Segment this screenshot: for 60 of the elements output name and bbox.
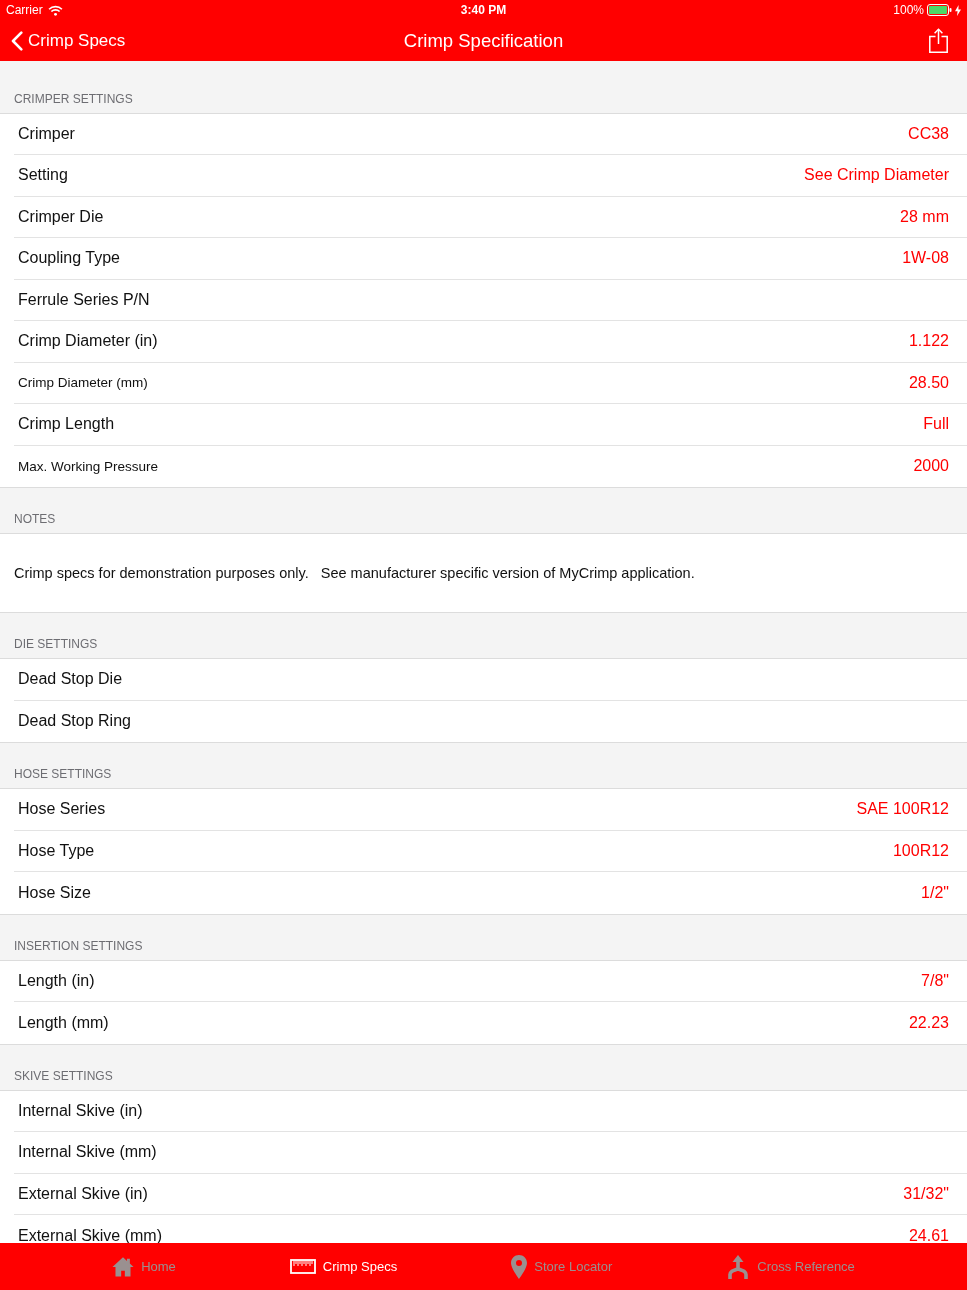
battery-percent: 100% xyxy=(893,3,924,17)
section-header: NOTES xyxy=(14,512,56,526)
row-value: 2000 xyxy=(913,457,949,476)
notes-text: Crimp specs for demonstration purposes only. See manufacturer specific version of MyCrimp application. xyxy=(14,565,695,581)
row-value: 100R12 xyxy=(892,841,949,860)
row-label: Crimp Diameter (mm) xyxy=(18,375,148,391)
tab-item[interactable]: Crimp Specs xyxy=(287,1255,400,1278)
row-value: 7/8" xyxy=(921,971,949,990)
row-value: 24.61 xyxy=(908,1226,949,1243)
share-button[interactable] xyxy=(927,26,950,55)
row-label: Length (mm) xyxy=(18,1013,109,1032)
back-button[interactable]: Crimp Specs xyxy=(0,26,130,55)
row-value: 1.122 xyxy=(908,332,949,351)
section-header: HOSE SETTINGS xyxy=(14,767,112,781)
row-label: Dead Stop Die xyxy=(18,670,123,689)
row-value: See Crimp Diameter xyxy=(804,166,949,185)
row-label: Coupling Type xyxy=(18,249,120,268)
row-label: Hose Size xyxy=(18,883,91,902)
map-pin-icon xyxy=(511,1254,528,1279)
carrier-label: Carrier xyxy=(6,3,43,17)
row-value: 22.23 xyxy=(908,1013,949,1032)
wifi-icon xyxy=(47,4,63,16)
row-value: Full xyxy=(923,415,949,434)
ruler-icon xyxy=(289,1259,316,1274)
row-label: Crimp Diameter (in) xyxy=(18,332,158,351)
row-value: 1W-08 xyxy=(902,249,949,268)
row-value: 1/2" xyxy=(921,883,949,902)
row-label: Crimper Die xyxy=(18,207,104,226)
nav-title: Crimp Specification xyxy=(403,29,564,52)
row-value: 28.50 xyxy=(908,373,949,392)
section-header: INSERTION SETTINGS xyxy=(14,938,143,953)
section-header: SKIVE SETTINGS xyxy=(14,1068,113,1083)
row-label: External Skive (in) xyxy=(18,1184,148,1203)
row-label: Crimper xyxy=(18,124,75,143)
row-label: Hose Series xyxy=(18,800,106,819)
status-time: 3:40 PM xyxy=(460,3,507,17)
share-icon xyxy=(929,28,948,53)
section-header: DIE SETTINGS xyxy=(14,637,98,651)
row-value: 31/32" xyxy=(903,1184,949,1203)
row-value: 28 mm xyxy=(900,207,949,226)
tab-item[interactable]: Cross Reference xyxy=(724,1250,857,1283)
row-label: Max. Working Pressure xyxy=(18,458,159,474)
row-label: Hose Type xyxy=(18,841,95,860)
tab-item[interactable]: Home xyxy=(110,1252,178,1281)
row-value: SAE 100R12 xyxy=(856,800,949,819)
row-label: Crimp Length xyxy=(18,415,115,434)
battery-icon xyxy=(927,4,952,16)
row-label: Internal Skive (mm) xyxy=(18,1143,157,1162)
fork-arrow-icon xyxy=(726,1254,751,1279)
row-value: CC38 xyxy=(908,124,949,143)
row-label: Setting xyxy=(18,166,68,185)
row-label: Ferrule Series P/N xyxy=(18,290,150,309)
row-label: Length (in) xyxy=(18,971,95,990)
charging-bolt-icon xyxy=(955,4,961,16)
house-icon xyxy=(112,1256,135,1277)
row-label: Internal Skive (in) xyxy=(18,1101,143,1120)
row-label: Dead Stop Ring xyxy=(18,712,131,731)
back-chevron-icon xyxy=(11,30,23,51)
tab-item[interactable]: Store Locator xyxy=(509,1250,615,1283)
section-header: CRIMPER SETTINGS xyxy=(14,91,133,106)
